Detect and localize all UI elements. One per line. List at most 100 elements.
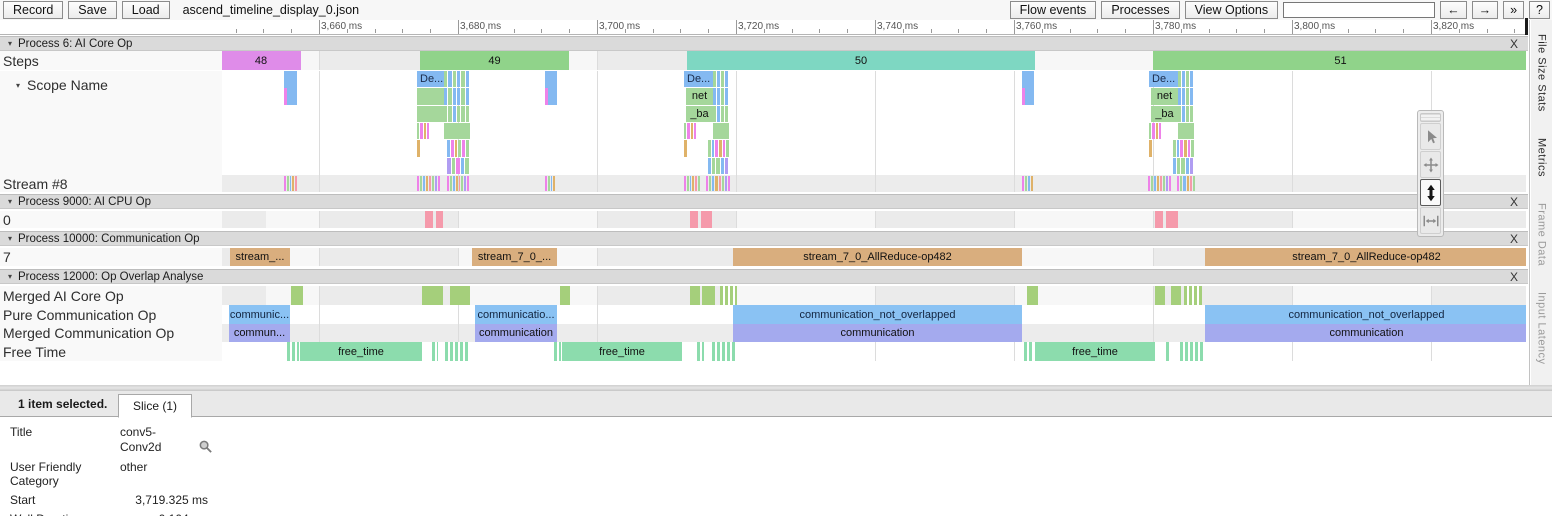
scope-slice[interactable]	[1149, 140, 1152, 156]
scope-slice[interactable]	[1177, 158, 1180, 174]
stream-slice[interactable]	[459, 176, 461, 191]
stream-slice[interactable]	[1166, 176, 1168, 191]
scope-slice[interactable]	[717, 106, 720, 122]
scope-slice[interactable]	[1178, 106, 1181, 122]
scope-slice[interactable]	[725, 71, 728, 87]
scope-slice[interactable]	[1152, 123, 1154, 139]
free-time-slice[interactable]	[712, 342, 737, 361]
scope-slice[interactable]: De...	[1149, 71, 1178, 87]
scope-slice[interactable]	[466, 71, 469, 87]
scope-slice[interactable]	[462, 140, 465, 156]
stream-slice[interactable]	[1183, 176, 1185, 191]
scope-slice[interactable]	[1173, 140, 1176, 156]
stream-slice[interactable]	[429, 176, 431, 191]
cpu-op-slice[interactable]	[1166, 211, 1178, 228]
scope-slice[interactable]	[1186, 88, 1189, 104]
scope-slice[interactable]: net	[686, 88, 713, 104]
merged-ai-core-slice[interactable]	[450, 286, 470, 305]
scope-slice[interactable]	[716, 158, 719, 174]
scope-slice[interactable]	[1149, 123, 1151, 139]
stream-slice-group[interactable]	[1148, 176, 1172, 191]
stream-slice[interactable]	[467, 176, 469, 191]
stream-slice[interactable]	[292, 176, 294, 191]
stream-slice-group[interactable]	[1022, 176, 1034, 191]
scope-slice[interactable]: De...	[417, 71, 444, 87]
cpu-op-slice[interactable]	[690, 211, 698, 228]
scope-slice-group[interactable]	[1173, 158, 1194, 174]
scope-slice-group[interactable]	[444, 106, 470, 122]
stream-slice[interactable]	[551, 176, 553, 191]
scope-slice[interactable]	[461, 158, 465, 174]
scope-slice[interactable]	[1190, 158, 1193, 174]
scope-slice-group[interactable]	[713, 88, 729, 104]
process-header-op-overlap[interactable]: ▾ Process 12000: Op Overlap Analyse X	[0, 269, 1528, 284]
processes-button[interactable]: Processes	[1101, 1, 1179, 19]
scope-slice[interactable]	[1180, 140, 1183, 156]
scope-slice[interactable]	[713, 88, 716, 104]
free-time-slice[interactable]: free_time	[300, 342, 422, 361]
stream-slice[interactable]	[545, 176, 547, 191]
scope-slice[interactable]	[708, 158, 711, 174]
stream-slice[interactable]	[426, 176, 428, 191]
load-button[interactable]: Load	[122, 1, 170, 19]
scope-slice[interactable]	[453, 71, 456, 87]
process-header-ai-cpu[interactable]: ▾ Process 9000: AI CPU Op X	[0, 194, 1528, 209]
comm-op-slice[interactable]: stream_7_0_...	[472, 248, 557, 266]
merged-communication-slice[interactable]: communication	[733, 324, 1022, 342]
stream-slice[interactable]	[1169, 176, 1171, 191]
scope-slice[interactable]	[427, 123, 429, 139]
stream-slice[interactable]	[715, 176, 717, 191]
scope-slice[interactable]	[1190, 88, 1193, 104]
palette-drag-handle[interactable]	[1420, 113, 1441, 122]
scope-slice[interactable]	[457, 71, 460, 87]
free-time-slice[interactable]	[1166, 342, 1171, 361]
scope-slice[interactable]	[461, 88, 464, 104]
merged-ai-core-slice[interactable]	[1155, 286, 1165, 305]
scope-slice-group[interactable]	[1178, 106, 1194, 122]
step-slice[interactable]: 49	[420, 51, 569, 70]
stream-slice[interactable]	[553, 176, 555, 191]
stream-slice-group[interactable]	[1177, 176, 1196, 191]
help-button[interactable]: ?	[1529, 1, 1550, 19]
stream-slice[interactable]	[1163, 176, 1165, 191]
view-options-button[interactable]: View Options	[1185, 1, 1278, 19]
scope-slice-group[interactable]	[417, 123, 430, 139]
scope-slice[interactable]	[1188, 140, 1191, 156]
scope-slice-group[interactable]	[713, 71, 729, 87]
scope-slice[interactable]	[723, 140, 726, 156]
scope-slice[interactable]	[1190, 71, 1193, 87]
free-time-slice[interactable]	[287, 342, 299, 361]
scope-slice[interactable]	[458, 140, 461, 156]
cpu-op-slice[interactable]	[1155, 211, 1163, 228]
scope-slice[interactable]	[1182, 71, 1185, 87]
pan-tool-button[interactable]	[1420, 151, 1441, 178]
scope-slice-group[interactable]	[1178, 71, 1194, 87]
stream-slice[interactable]	[698, 176, 700, 191]
scope-slice[interactable]	[1022, 88, 1025, 104]
scope-slice[interactable]: De...	[684, 71, 713, 87]
scope-slice[interactable]	[712, 140, 715, 156]
stream-slice[interactable]	[722, 176, 724, 191]
comm-op-slice[interactable]: stream_7_0_AllReduce-op482	[733, 248, 1022, 266]
merged-ai-core-slice[interactable]	[291, 286, 303, 305]
scope-slice-group[interactable]	[1173, 140, 1195, 156]
merged-ai-core-slice[interactable]	[1171, 286, 1181, 305]
scope-slice[interactable]	[721, 88, 724, 104]
stream-slice[interactable]	[725, 176, 727, 191]
close-process-button[interactable]: X	[1510, 195, 1518, 209]
process-header-communication[interactable]: ▾ Process 10000: Communication Op X	[0, 231, 1528, 246]
scope-slice[interactable]	[465, 158, 469, 174]
magnifier-icon[interactable]	[198, 439, 213, 469]
scope-slice[interactable]: net	[1151, 88, 1178, 104]
scope-name-row-label[interactable]: ▾ Scope Name	[0, 71, 222, 175]
scope-slice[interactable]	[447, 140, 450, 156]
stream-slice[interactable]	[709, 176, 711, 191]
scope-slice[interactable]	[715, 140, 718, 156]
merged-ai-core-slice[interactable]	[1027, 286, 1038, 305]
free-time-slice[interactable]	[432, 342, 438, 361]
scope-slice[interactable]: _ba	[1151, 106, 1178, 122]
merged-ai-core-slice[interactable]	[720, 286, 737, 305]
stream-slice[interactable]	[417, 176, 419, 191]
scope-slice[interactable]	[455, 140, 458, 156]
stream-slice[interactable]	[1031, 176, 1033, 191]
